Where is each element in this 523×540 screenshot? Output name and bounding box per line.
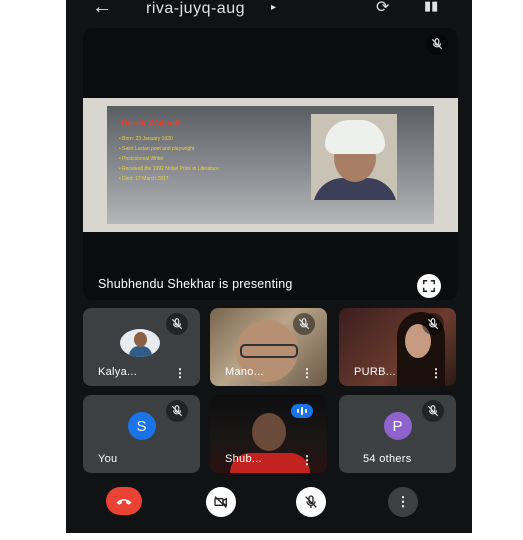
mic-off-icon (293, 313, 315, 335)
shared-screen: Derek Walcott Born: 23 January 1930 Sain… (83, 98, 458, 232)
camera-toggle-button[interactable] (206, 487, 236, 517)
participant-tile[interactable]: Shub... ⋮ (210, 395, 327, 473)
mic-toggle-button[interactable] (296, 487, 326, 517)
mic-off-icon (166, 400, 188, 422)
participant-tile[interactable]: Kalya... ⋮ (83, 308, 200, 386)
more-vert-icon[interactable]: ⋮ (301, 367, 313, 379)
more-vert-icon[interactable]: ⋮ (301, 454, 313, 466)
avatar: P (383, 412, 412, 440)
mic-off-icon (422, 313, 444, 335)
participant-tile[interactable]: PURB... ⋮ (339, 308, 456, 386)
more-vert-icon[interactable]: ⋮ (174, 367, 186, 379)
mic-off-icon (166, 313, 188, 335)
mic-off-icon (426, 33, 448, 55)
mic-off-icon (305, 495, 317, 508)
camera-off-icon (214, 496, 227, 508)
participant-name: PURB... (354, 366, 396, 378)
speaking-indicator-icon (291, 404, 313, 418)
presenting-caption: Shubhendu Shekhar is presenting (98, 277, 293, 291)
meet-app-screen: ← riva-juyq-aug ▸ ⟳ ▮▮ Derek Walcott Bor… (66, 0, 472, 533)
end-call-button[interactable] (106, 487, 142, 515)
more-options-button[interactable]: ⋮ (388, 487, 418, 517)
slide-bullet-list: Born: 23 January 1930 Saint Lucian poet … (119, 134, 219, 184)
participant-name: Shub... (225, 453, 262, 465)
switch-camera-icon[interactable]: ⟳ (376, 0, 389, 17)
mic-off-icon (422, 400, 444, 422)
participant-name: 54 others (363, 453, 412, 465)
slide-portrait-image (311, 114, 397, 200)
participant-tile[interactable]: Mano... ⋮ (210, 308, 327, 386)
slide-bullet: Postcolonial Writer (119, 154, 219, 164)
slide-bullet: Died: 17 March 2017 (119, 174, 219, 184)
avatar (120, 329, 160, 357)
participant-name: Kalya... (98, 366, 138, 378)
top-bar: ← riva-juyq-aug ▸ ⟳ ▮▮ (66, 0, 472, 26)
end-call-icon (116, 499, 132, 505)
more-vert-icon: ⋮ (396, 494, 410, 509)
slide-bullet: Received the 1992 Nobel Prize in Literat… (119, 164, 219, 174)
meeting-code[interactable]: riva-juyq-aug (146, 0, 245, 18)
presentation-view: Derek Walcott Born: 23 January 1930 Sain… (83, 28, 458, 300)
presentation-slide: Derek Walcott Born: 23 January 1930 Sain… (107, 106, 434, 224)
more-vert-icon[interactable]: ⋮ (430, 367, 442, 379)
participant-name: You (98, 453, 118, 465)
slide-bullet: Saint Lucian poet and playwright (119, 144, 219, 154)
fullscreen-button[interactable] (417, 274, 441, 298)
speaker-icon[interactable]: ▮▮ (424, 0, 438, 14)
participant-tile[interactable]: S You (83, 395, 200, 473)
chevron-right-icon[interactable]: ▸ (271, 2, 276, 13)
slide-title: Derek Walcott (121, 118, 181, 128)
arrow-left-icon[interactable]: ← (92, 0, 112, 19)
avatar: S (127, 412, 156, 440)
participant-tile-others[interactable]: P 54 others (339, 395, 456, 473)
slide-bullet: Born: 23 January 1930 (119, 134, 219, 144)
fullscreen-icon (423, 280, 435, 292)
participant-name: Mano... (225, 366, 264, 378)
